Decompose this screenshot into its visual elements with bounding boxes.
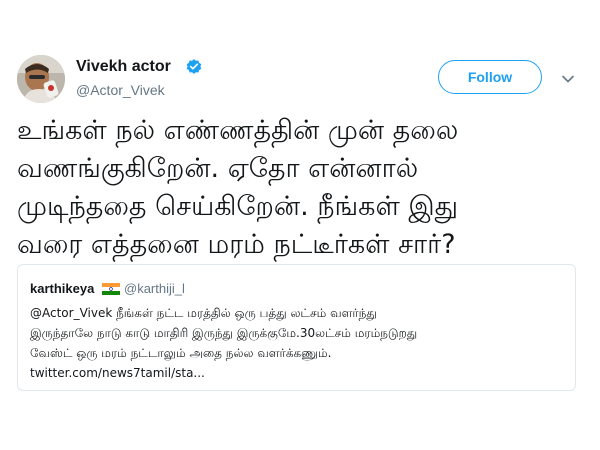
tweet-text-line: வரை எத்தனை மரம் நட்டீர்கள் சார்?	[17, 229, 456, 260]
quoted-author-handle[interactable]: @karthiji_l	[124, 281, 185, 296]
tweet-text-line: உங்கள் நல் எண்ணத்தின் முன் தலை	[17, 115, 459, 146]
tweet-text: உங்கள் நல் எண்ணத்தின் முன் தலை வணங்குகிற…	[17, 112, 585, 264]
tweet-text-line: முடிந்ததை செய்கிறேன். நீங்கள் இது	[17, 191, 459, 222]
quoted-text-line: @Actor_Vivek நீங்கள் நட்ட மரத்தில் ஒரு ப…	[30, 306, 377, 320]
quoted-text-line: இருந்தாலே நாடு காடு மாதிரி இருந்து இருக்…	[30, 326, 418, 340]
quoted-text: @Actor_Vivek நீங்கள் நட்ட மரத்தில் ஒரு ப…	[30, 303, 570, 383]
quoted-text-line: வேஸ்ட் ஒரு மரம் நட்டாலும் அதை நல்ல வளர்க…	[30, 346, 332, 360]
quoted-tweet[interactable]: karthikeya @karthiji_l @Actor_Vivek நீங்…	[17, 264, 576, 391]
india-flag-icon	[102, 280, 120, 295]
avatar[interactable]	[17, 55, 65, 103]
author-name[interactable]: Vivekh actor	[76, 58, 171, 76]
follow-button[interactable]: Follow	[438, 60, 542, 94]
avatar-image	[17, 55, 65, 103]
tweet-card: Vivekh actor @Actor_Vivek Follow உங்கள் …	[0, 0, 600, 450]
author-handle[interactable]: @Actor_Vivek	[76, 82, 165, 98]
verified-badge-icon	[185, 58, 203, 76]
chevron-down-icon[interactable]	[560, 71, 576, 87]
quoted-author-name[interactable]: karthikeya	[30, 281, 94, 296]
tweet-text-line: வணங்குகிறேன். ஏதோ என்னால்	[17, 153, 419, 184]
quoted-link[interactable]: twitter.com/news7tamil/sta...	[30, 363, 570, 383]
